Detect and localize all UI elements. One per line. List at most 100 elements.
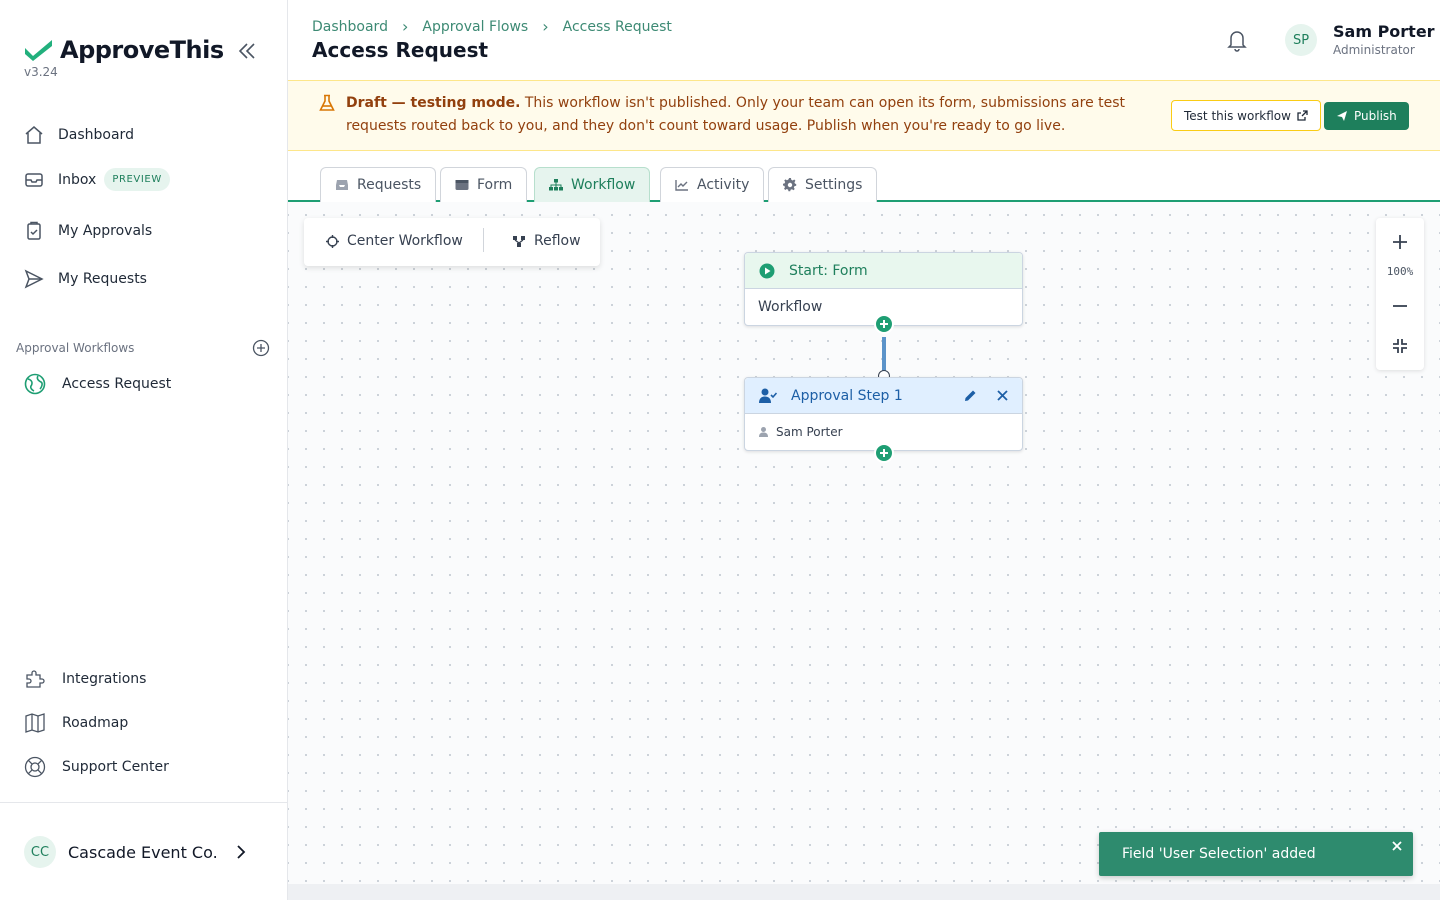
zoom-controls: 100% xyxy=(1376,218,1424,370)
start-node-title: Start: Form xyxy=(789,262,868,279)
app-name: ApproveThis xyxy=(60,36,224,64)
tab-form-label: Form xyxy=(477,177,513,193)
organization-switcher[interactable]: CC Cascade Event Co. xyxy=(24,836,248,868)
nav-support-center[interactable]: Support Center xyxy=(24,756,169,778)
minus-icon xyxy=(1393,305,1407,307)
compress-icon xyxy=(1393,339,1407,353)
approval-workflows-heading: Approval Workflows xyxy=(16,341,135,355)
nav-my-approvals-label: My Approvals xyxy=(58,223,153,239)
draft-mode-banner: Draft — testing mode. This workflow isn'… xyxy=(288,80,1440,151)
center-workflow-button[interactable]: Center Workflow xyxy=(326,233,463,249)
paper-plane-icon xyxy=(1337,111,1347,121)
approval-node-header: Approval Step 1 xyxy=(745,378,1022,414)
app-logo[interactable]: ApproveThis xyxy=(24,36,224,64)
reflow-button[interactable]: Reflow xyxy=(513,233,581,249)
sidebar-workflow-access-request[interactable]: Access Request xyxy=(24,373,171,395)
puzzle-icon xyxy=(24,668,46,690)
org-avatar: CC xyxy=(24,836,56,868)
tab-settings[interactable]: Settings xyxy=(768,167,878,202)
nav-my-approvals[interactable]: My Approvals xyxy=(24,221,152,241)
banner-message: Draft — testing mode. This workflow isn'… xyxy=(346,92,1146,138)
send-icon xyxy=(24,269,44,289)
close-icon[interactable] xyxy=(1391,840,1403,852)
approval-node-title: Approval Step 1 xyxy=(791,387,903,404)
workflow-tabs: Requests Form Workflow Activity Settings xyxy=(288,151,1440,202)
page-title: Access Request xyxy=(312,38,489,62)
form-icon xyxy=(455,180,469,190)
close-icon[interactable] xyxy=(997,390,1008,401)
approver-name: Sam Porter xyxy=(776,425,843,439)
plus-icon xyxy=(1393,235,1407,249)
map-icon xyxy=(24,712,46,734)
zoom-in-button[interactable] xyxy=(1388,230,1412,254)
external-link-icon xyxy=(1297,110,1308,121)
breadcrumb-dashboard[interactable]: Dashboard xyxy=(312,19,388,35)
nav-roadmap-label: Roadmap xyxy=(62,715,129,731)
chevron-right-icon xyxy=(237,845,245,859)
user-avatar[interactable]: SP xyxy=(1285,24,1317,56)
tab-settings-label: Settings xyxy=(805,177,863,193)
clipboard-check-icon xyxy=(24,221,44,241)
nav-roadmap[interactable]: Roadmap xyxy=(24,712,128,734)
add-step-button[interactable] xyxy=(874,443,894,463)
user-icon xyxy=(759,427,768,437)
home-icon xyxy=(24,125,44,145)
publish-label: Publish xyxy=(1354,109,1397,123)
workflow-globe-icon xyxy=(24,373,46,395)
sidebar: ApproveThis v3.24 Dashboard Inbox PREVIE… xyxy=(0,0,288,900)
toast-notification: Field 'User Selection' added xyxy=(1099,832,1413,876)
test-workflow-button[interactable]: Test this workflow xyxy=(1171,100,1321,131)
sidebar-workflow-label: Access Request xyxy=(62,376,172,392)
publish-button[interactable]: Publish xyxy=(1324,102,1409,130)
start-node-header: Start: Form xyxy=(745,253,1022,289)
nav-dashboard-label: Dashboard xyxy=(58,127,134,143)
nodes-icon xyxy=(513,235,525,247)
gear-icon xyxy=(783,178,797,192)
fit-view-button[interactable] xyxy=(1388,334,1412,358)
reflow-label: Reflow xyxy=(534,233,581,249)
nav-my-requests-label: My Requests xyxy=(58,271,147,287)
tab-requests[interactable]: Requests xyxy=(320,167,437,202)
workflow-canvas[interactable]: Center Workflow Reflow Start: Form Workf… xyxy=(288,202,1440,884)
plus-icon xyxy=(880,320,888,328)
breadcrumb-approval-flows[interactable]: Approval Flows xyxy=(422,19,528,35)
sitemap-icon xyxy=(549,179,563,191)
user-check-icon xyxy=(759,388,777,403)
plus-icon xyxy=(880,449,888,457)
inbox-icon xyxy=(24,170,44,190)
collapse-sidebar-button[interactable] xyxy=(236,40,258,62)
zoom-level: 100% xyxy=(1386,265,1414,278)
org-name: Cascade Event Co. xyxy=(68,842,218,862)
add-workflow-button[interactable] xyxy=(252,339,270,357)
pencil-icon[interactable] xyxy=(964,389,977,402)
tab-workflow-label: Workflow xyxy=(571,177,636,193)
canvas-toolbar: Center Workflow Reflow xyxy=(304,218,600,266)
tab-activity[interactable]: Activity xyxy=(660,167,765,202)
user-role: Administrator xyxy=(1333,43,1415,57)
lifebuoy-icon xyxy=(24,756,46,778)
sidebar-divider xyxy=(0,802,287,803)
add-step-button[interactable] xyxy=(874,314,894,334)
nav-integrations[interactable]: Integrations xyxy=(24,668,146,690)
tab-form[interactable]: Form xyxy=(440,167,528,202)
breadcrumb: Dashboard › Approval Flows › Access Requ… xyxy=(312,17,672,36)
app-version: v3.24 xyxy=(24,65,58,79)
chart-line-icon xyxy=(675,180,688,191)
breadcrumb-access-request[interactable]: Access Request xyxy=(563,19,672,35)
nav-dashboard[interactable]: Dashboard xyxy=(24,125,134,145)
nav-inbox[interactable]: Inbox PREVIEW xyxy=(24,168,170,191)
nav-integrations-label: Integrations xyxy=(62,671,147,687)
banner-strong-text: Draft — testing mode. xyxy=(346,95,521,111)
chevron-right-icon: › xyxy=(401,17,409,36)
test-workflow-label: Test this workflow xyxy=(1184,108,1291,123)
toolbar-divider xyxy=(483,228,484,252)
zoom-out-button[interactable] xyxy=(1388,294,1412,318)
canvas-footer xyxy=(288,884,1440,900)
nav-my-requests[interactable]: My Requests xyxy=(24,269,147,289)
tab-activity-label: Activity xyxy=(697,177,750,193)
notifications-button[interactable] xyxy=(1226,28,1248,52)
play-circle-icon xyxy=(759,263,775,278)
tab-workflow[interactable]: Workflow xyxy=(534,167,651,202)
approval-step-node[interactable]: Approval Step 1 Sam Porter xyxy=(744,377,1023,451)
double-chevron-left-icon xyxy=(238,43,255,59)
